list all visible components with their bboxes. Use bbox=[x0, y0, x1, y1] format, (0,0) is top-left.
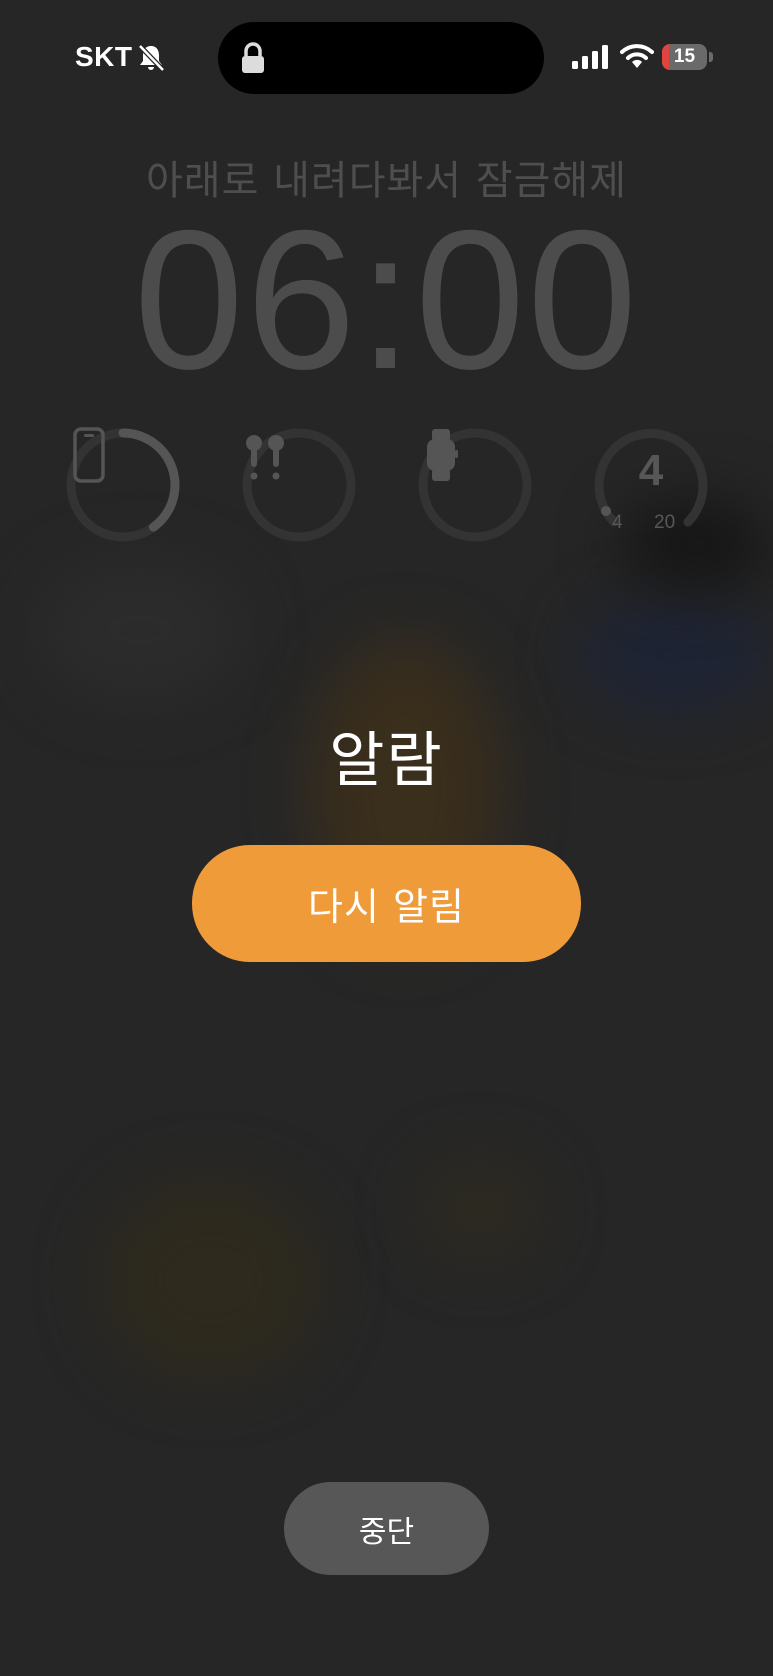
watch-battery-widget[interactable] bbox=[416, 426, 534, 544]
battery-cap bbox=[709, 52, 713, 62]
stop-label: 중단 bbox=[358, 1514, 415, 1550]
temperature-max: 20 bbox=[654, 512, 676, 533]
lock-icon bbox=[242, 42, 264, 73]
cellular-signal-icon bbox=[572, 45, 608, 69]
gauge-marker bbox=[601, 506, 611, 516]
wifi-icon bbox=[620, 44, 654, 68]
battery-indicator: 15 bbox=[662, 44, 707, 70]
iphone-battery-widget[interactable] bbox=[64, 426, 182, 544]
temperature-min: 4 bbox=[612, 512, 623, 533]
iphone-icon bbox=[73, 427, 105, 483]
bell-slash-icon bbox=[138, 44, 165, 72]
weather-widget[interactable]: 4 4 20 bbox=[592, 426, 710, 544]
snooze-label: 다시 알림 bbox=[308, 885, 465, 929]
clock-time: 06:00 bbox=[133, 189, 640, 410]
carrier-label: SKT bbox=[75, 41, 133, 72]
temperature-value: 4 bbox=[638, 446, 664, 495]
apple-watch-icon bbox=[427, 429, 458, 481]
alarm-title: 알람 bbox=[329, 726, 444, 796]
battery-level: 15 bbox=[673, 46, 696, 67]
lock-screen: SKT 15 아래로 내려다봐서 잠금해제 06:00 4 4 20 알람 다시… bbox=[0, 0, 773, 1676]
stop-button[interactable]: 중단 bbox=[284, 1482, 489, 1575]
airpods-icon bbox=[246, 435, 284, 480]
airpods-battery-widget[interactable] bbox=[240, 426, 358, 544]
status-bar: SKT 15 bbox=[0, 0, 773, 120]
snooze-button[interactable]: 다시 알림 bbox=[192, 845, 581, 962]
